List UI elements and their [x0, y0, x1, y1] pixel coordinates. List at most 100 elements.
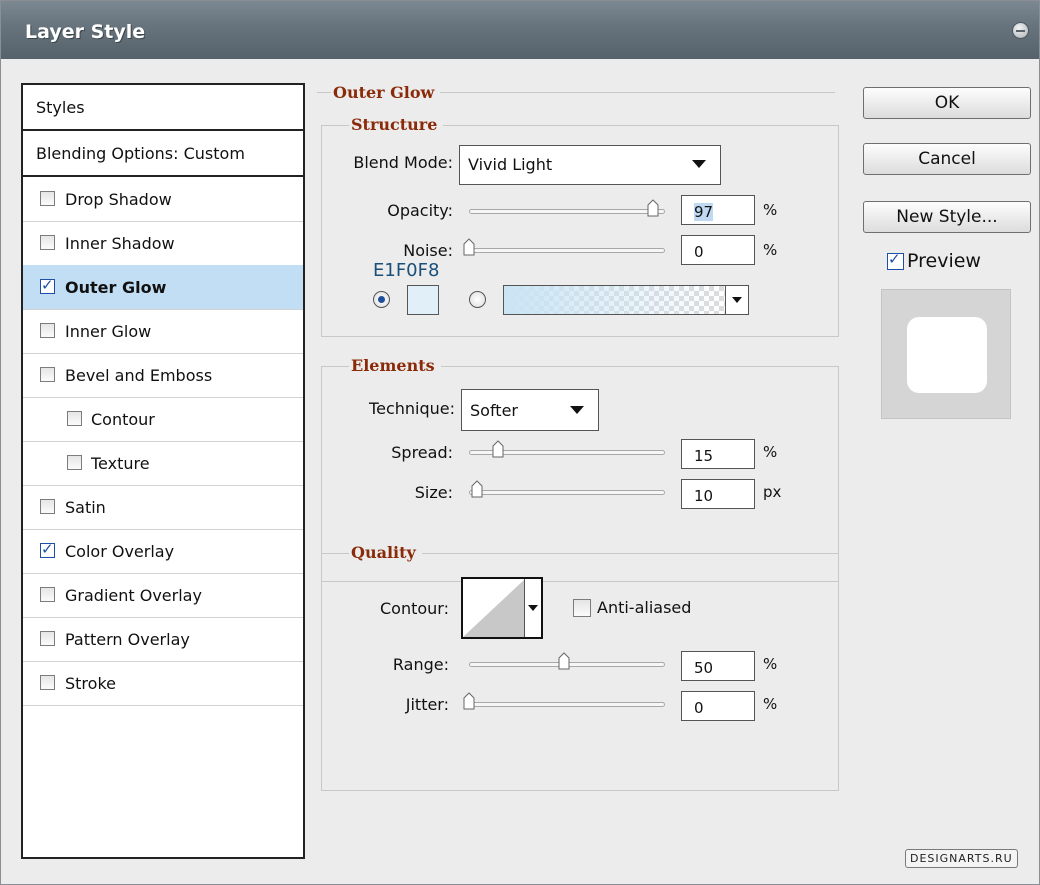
style-item-label: Pattern Overlay — [65, 630, 190, 649]
style-item-label: Texture — [91, 454, 150, 473]
style-item-outer-glow[interactable]: Outer Glow — [23, 265, 303, 310]
style-item-checkbox[interactable] — [40, 540, 55, 558]
style-item-checkbox[interactable] — [40, 499, 55, 514]
style-item-checkbox[interactable] — [67, 455, 82, 470]
jitter-label: Jitter: — [405, 695, 449, 714]
style-item-checkbox[interactable] — [40, 235, 55, 250]
contour-label: Contour: — [380, 599, 449, 618]
anti-aliased-checkbox[interactable] — [573, 599, 591, 617]
style-preview-thumbnail — [881, 289, 1011, 419]
size-value: 10 — [694, 487, 714, 505]
technique-select[interactable]: Softer — [461, 389, 599, 431]
dialog-body: Styles Blending Options: Custom Drop Sha… — [1, 59, 1039, 884]
style-item-color-overlay[interactable]: Color Overlay — [23, 529, 303, 574]
gradient-radio[interactable] — [469, 291, 486, 308]
contour-picker[interactable] — [461, 577, 543, 639]
style-item-pattern-overlay[interactable]: Pattern Overlay — [23, 617, 303, 662]
contour-dropdown[interactable] — [524, 579, 541, 637]
preview-swatch — [907, 317, 987, 393]
spread-label: Spread: — [391, 443, 453, 462]
opacity-input[interactable]: 97 — [681, 195, 755, 225]
noise-input[interactable]: 0 — [681, 235, 755, 265]
range-unit: % — [763, 655, 778, 673]
jitter-input[interactable]: 0 — [681, 691, 755, 721]
opacity-slider[interactable] — [469, 209, 665, 214]
style-item-drop-shadow[interactable]: Drop Shadow — [23, 177, 303, 222]
range-value: 50 — [694, 659, 714, 677]
size-slider-thumb[interactable] — [471, 480, 483, 498]
layer-style-dialog: Layer Style Styles Blending Options: Cus… — [0, 0, 1040, 885]
jitter-unit: % — [763, 695, 778, 713]
style-item-checkbox[interactable] — [40, 191, 55, 206]
noise-label: Noise: — [403, 241, 453, 260]
new-style-button[interactable]: New Style... — [863, 201, 1031, 233]
style-item-contour[interactable]: Contour — [23, 397, 303, 442]
jitter-value: 0 — [694, 699, 704, 717]
style-item-satin[interactable]: Satin — [23, 485, 303, 530]
spread-slider-thumb[interactable] — [492, 440, 504, 458]
style-item-label: Stroke — [65, 674, 116, 693]
gradient-dropdown[interactable] — [725, 286, 748, 314]
anti-aliased-label: Anti-aliased — [597, 598, 692, 617]
opacity-slider-thumb[interactable] — [647, 199, 659, 217]
size-input[interactable]: 10 — [681, 479, 755, 509]
style-item-checkbox[interactable] — [40, 276, 55, 294]
technique-label: Technique: — [369, 399, 455, 418]
jitter-slider-thumb[interactable] — [463, 692, 475, 710]
ok-button[interactable]: OK — [863, 87, 1031, 119]
preview-checkbox[interactable] — [887, 250, 904, 270]
opacity-label: Opacity: — [387, 201, 453, 220]
range-input[interactable]: 50 — [681, 651, 755, 681]
quality-title: Quality — [349, 543, 422, 562]
style-item-checkbox[interactable] — [40, 675, 55, 690]
style-item-stroke[interactable]: Stroke — [23, 661, 303, 706]
size-unit: px — [763, 483, 782, 501]
jitter-slider[interactable] — [469, 702, 665, 707]
noise-slider[interactable] — [469, 248, 665, 253]
gradient-picker[interactable] — [503, 285, 749, 315]
outer-glow-title: Outer Glow — [331, 83, 441, 102]
window-menu-icon[interactable] — [1012, 22, 1029, 39]
style-item-checkbox[interactable] — [40, 323, 55, 338]
style-item-checkbox[interactable] — [40, 367, 55, 382]
elements-title: Elements — [349, 356, 441, 375]
blending-options-label: Blending Options: Custom — [36, 144, 245, 163]
style-item-checkbox[interactable] — [40, 587, 55, 602]
style-item-checkbox[interactable] — [40, 631, 55, 646]
style-item-label: Inner Glow — [65, 322, 152, 341]
style-item-inner-glow[interactable]: Inner Glow — [23, 309, 303, 354]
spread-value: 15 — [694, 447, 714, 465]
size-label: Size: — [414, 483, 453, 502]
style-item-label: Gradient Overlay — [65, 586, 202, 605]
blend-mode-select[interactable]: Vivid Light — [459, 145, 721, 185]
glow-color-swatch[interactable] — [407, 285, 439, 315]
chevron-down-icon — [570, 406, 584, 414]
style-item-label: Satin — [65, 498, 106, 517]
chevron-down-icon — [692, 160, 706, 168]
noise-slider-thumb[interactable] — [463, 238, 475, 256]
opacity-value: 97 — [694, 203, 714, 221]
style-item-label: Drop Shadow — [65, 190, 172, 209]
chevron-down-icon — [528, 605, 538, 611]
style-item-gradient-overlay[interactable]: Gradient Overlay — [23, 573, 303, 618]
style-item-texture[interactable]: Texture — [23, 441, 303, 486]
styles-header[interactable]: Styles — [23, 85, 303, 131]
styles-list: Styles Blending Options: Custom Drop Sha… — [21, 83, 305, 859]
style-item-checkbox[interactable] — [67, 411, 82, 426]
spread-unit: % — [763, 443, 778, 461]
solid-color-radio[interactable] — [373, 291, 390, 308]
style-item-bevel-and-emboss[interactable]: Bevel and Emboss — [23, 353, 303, 398]
opacity-unit: % — [763, 201, 778, 219]
style-item-label: Outer Glow — [65, 278, 167, 297]
preview-label: Preview — [907, 250, 981, 272]
style-item-label: Bevel and Emboss — [65, 366, 213, 385]
size-slider[interactable] — [469, 490, 665, 495]
cancel-button[interactable]: Cancel — [863, 143, 1031, 175]
blending-options-item[interactable]: Blending Options: Custom — [23, 131, 303, 177]
range-slider-thumb[interactable] — [558, 652, 570, 670]
contour-curve-icon — [463, 579, 525, 637]
color-hex-annotation: E1F0F8 — [373, 260, 440, 281]
title-bar[interactable]: Layer Style — [1, 1, 1039, 59]
spread-input[interactable]: 15 — [681, 439, 755, 469]
style-item-inner-shadow[interactable]: Inner Shadow — [23, 221, 303, 266]
